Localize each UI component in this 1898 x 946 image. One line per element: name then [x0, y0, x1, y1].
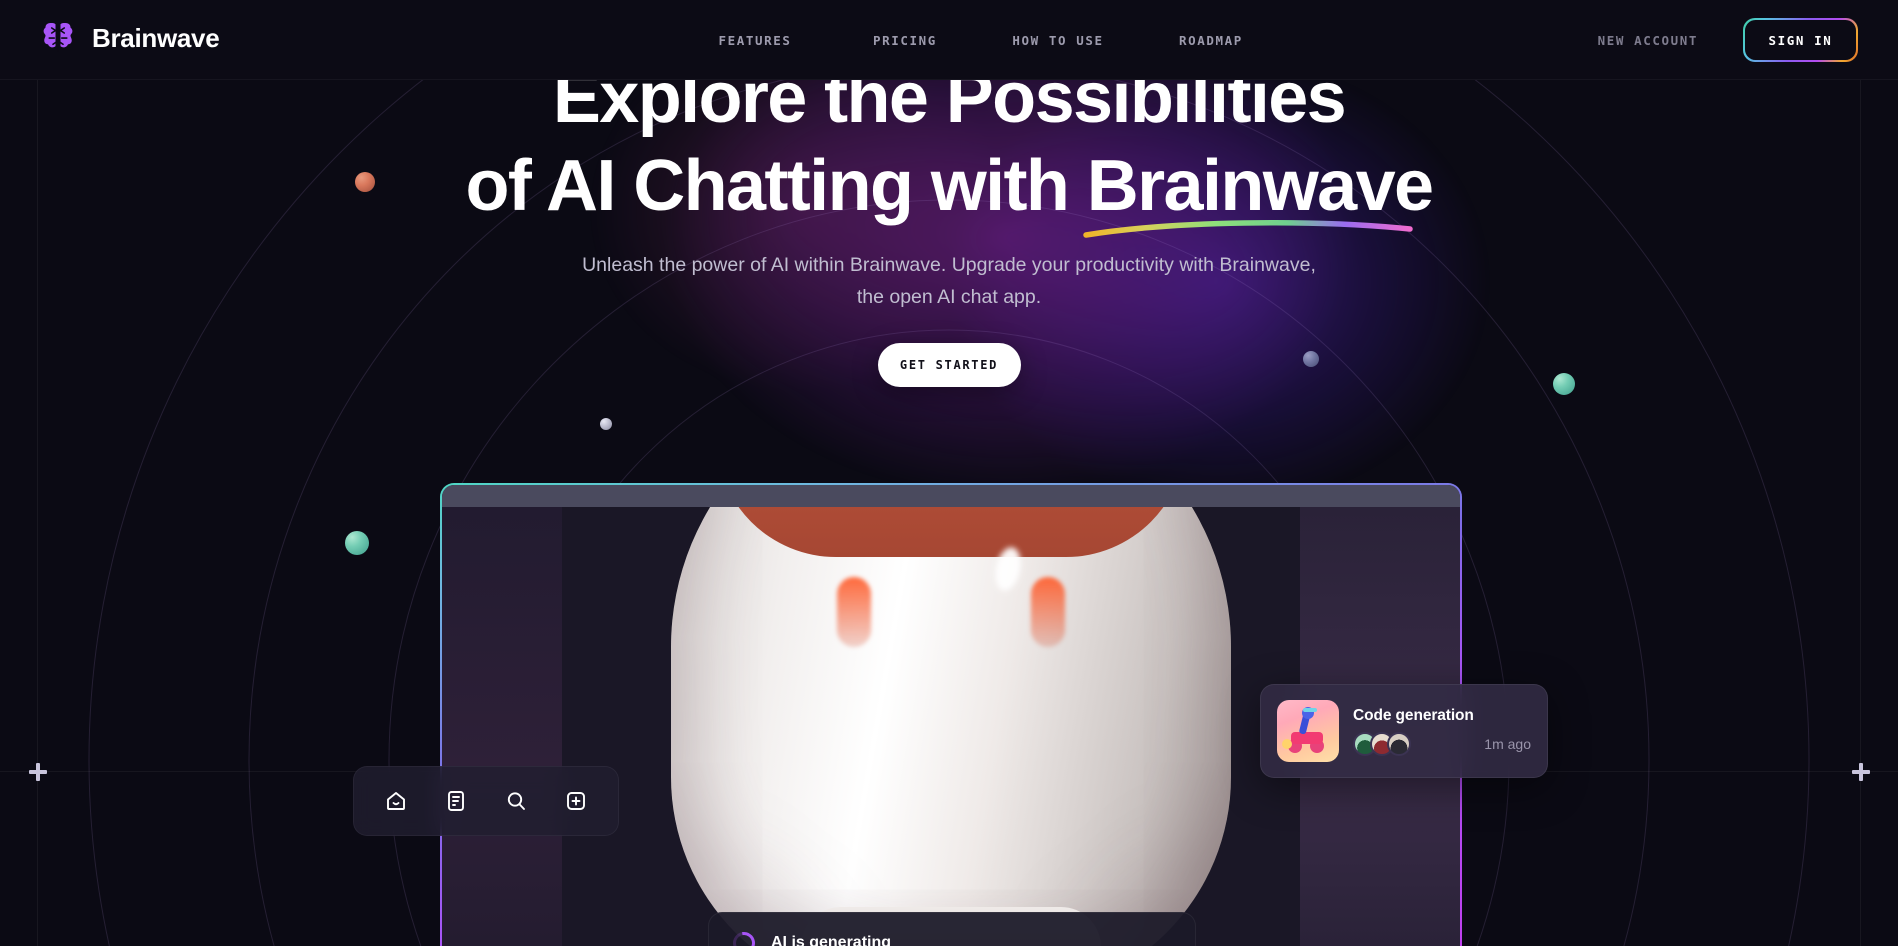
page-title: Explore the Possibilities of AI Chatting… — [0, 62, 1898, 238]
document-icon — [448, 791, 464, 811]
loading-spinner-icon — [728, 927, 760, 946]
ai-generating-bar: AI is generating — [708, 912, 1196, 946]
hero-title-line-2: of AI Chatting with Brainwave — [0, 150, 1898, 238]
hero-title-line-2-prefix: of AI Chatting with — [465, 146, 1087, 226]
notification-card-body: Code generation 1m ago — [1353, 707, 1531, 756]
hero-title-highlight: Brainwave — [1086, 146, 1434, 226]
corner-marker-right — [1852, 763, 1870, 781]
nav-item-pricing[interactable]: PRICING — [873, 33, 937, 48]
logo-text: Brainwave — [92, 22, 220, 53]
sphere-teal-left — [345, 531, 369, 555]
toolbar-documents-button[interactable] — [436, 781, 476, 821]
toolbar-search-button[interactable] — [496, 781, 536, 821]
main-navigation: FEATURES PRICING HOW TO USE ROADMAP — [680, 0, 1286, 80]
sphere-teal-right — [1553, 373, 1575, 395]
thumbnail-art — [1282, 707, 1324, 753]
logo[interactable]: Brainwave — [38, 18, 220, 58]
notification-card[interactable]: Code generation 1m ago — [1260, 684, 1548, 778]
robot-cheek-right — [1031, 577, 1065, 647]
nav-item-how-to-use[interactable]: HOW TO USE — [1012, 33, 1103, 48]
sphere-orange — [355, 172, 375, 192]
get-started-button[interactable]: GET STARTED — [877, 343, 1021, 388]
toolbar-new-chat-button[interactable] — [556, 781, 596, 821]
hero-title-highlight-wrap: Brainwave — [1082, 150, 1434, 238]
sphere-blue — [1303, 351, 1319, 367]
corner-marker-left — [29, 763, 47, 781]
gradient-underline-icon — [1082, 220, 1413, 238]
nav-item-features[interactable]: FEATURES — [718, 33, 791, 48]
landing-page: Brainwave FEATURES PRICING HOW TO USE RO… — [0, 0, 1898, 946]
brain-icon — [43, 23, 73, 52]
robot-cheek-left — [837, 577, 871, 647]
home-icon — [387, 792, 405, 810]
app-preview-titlebar — [442, 485, 1460, 507]
ai-generating-status: AI is generating — [771, 933, 892, 946]
notification-card-meta: 1m ago — [1353, 731, 1531, 756]
illustration-thumbnail — [1277, 700, 1339, 762]
sphere-white — [600, 418, 612, 430]
plus-square-icon — [567, 792, 585, 810]
robot-visor — [716, 507, 1186, 557]
nav-item-roadmap[interactable]: ROADMAP — [1179, 33, 1243, 48]
robot-head — [671, 507, 1231, 946]
new-account-link[interactable]: NEW ACCOUNT — [1598, 0, 1698, 80]
search-icon — [507, 792, 525, 810]
hero-subtitle: Unleash the power of AI within Brainwave… — [582, 254, 1316, 308]
robot-backdrop-left — [442, 507, 562, 946]
sign-in-button-border: SIGN IN — [1743, 18, 1858, 62]
site-header: Brainwave FEATURES PRICING HOW TO USE RO… — [0, 0, 1898, 80]
avatar-group — [1353, 731, 1411, 756]
notification-card-time: 1m ago — [1484, 735, 1531, 752]
toolbar-home-button[interactable] — [376, 781, 416, 821]
sign-in-button[interactable]: SIGN IN — [1744, 19, 1857, 61]
notification-card-title: Code generation — [1353, 706, 1474, 724]
floating-toolbar — [353, 766, 619, 836]
avatar-3 — [1387, 731, 1411, 756]
